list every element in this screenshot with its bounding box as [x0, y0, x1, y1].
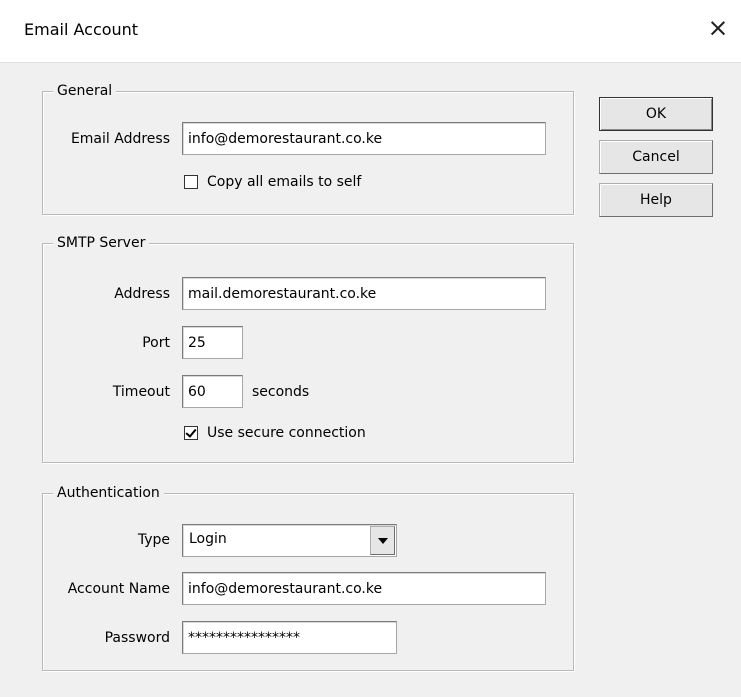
timeout-unit-label: seconds [252, 384, 310, 400]
timeout-label: Timeout [112, 384, 170, 400]
email-address-field[interactable] [182, 122, 546, 155]
ok-button[interactable]: OK [599, 97, 713, 131]
secure-connection-label[interactable]: Use secure connection [207, 423, 366, 443]
timeout-field[interactable] [182, 375, 243, 408]
title-bar: Email Account × [0, 0, 741, 63]
password-label: Password [104, 630, 170, 646]
smtp-address-label: Address [114, 286, 170, 302]
general-legend: General [53, 82, 117, 100]
chevron-down-icon[interactable] [370, 526, 395, 555]
auth-type-value: Login [189, 531, 227, 547]
port-label: Port [142, 335, 170, 351]
smtp-address-field[interactable] [182, 277, 546, 310]
cancel-button[interactable]: Cancel [599, 140, 713, 174]
smtp-legend: SMTP Server [53, 234, 150, 252]
auth-legend: Authentication [53, 484, 164, 502]
email-address-label: Email Address [70, 131, 170, 147]
password-field[interactable] [182, 621, 397, 654]
copy-self-label[interactable]: Copy all emails to self [207, 172, 361, 192]
secure-connection-checkbox[interactable] [184, 426, 198, 440]
close-icon[interactable]: × [703, 13, 733, 43]
account-name-label: Account Name [67, 581, 170, 597]
window-title: Email Account [24, 20, 139, 39]
auth-type-select[interactable]: Login [182, 524, 397, 557]
copy-self-checkbox[interactable] [184, 175, 198, 189]
account-name-field[interactable] [182, 572, 546, 605]
help-button[interactable]: Help [599, 183, 713, 217]
port-field[interactable] [182, 326, 243, 359]
auth-type-label: Type [137, 532, 170, 548]
